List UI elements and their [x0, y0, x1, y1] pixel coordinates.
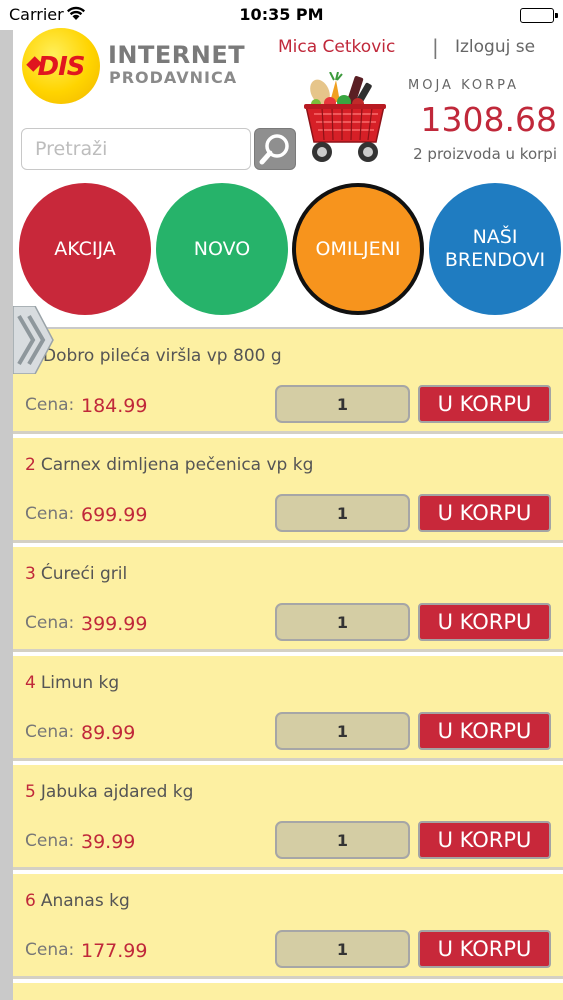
- price-label: Cena:: [25, 395, 75, 415]
- brand-title: INTERNET: [108, 41, 246, 69]
- logo-text: DIS: [37, 52, 86, 82]
- list-item: 5Jabuka ajdared kg Cena: 39.99 U KORPU: [13, 765, 563, 870]
- search-button[interactable]: [254, 128, 296, 170]
- quantity-input[interactable]: [275, 821, 410, 859]
- price-label: Cena:: [25, 940, 75, 960]
- category-akcija-button[interactable]: AKCIJA: [19, 183, 151, 315]
- product-list: Dobro pileća viršla vp 800 g Cena: 184.9…: [13, 327, 563, 1000]
- double-chevron-right-icon: [12, 305, 54, 375]
- quantity-input[interactable]: [275, 494, 410, 532]
- clock: 10:35 PM: [239, 5, 324, 24]
- quantity-input[interactable]: [275, 603, 410, 641]
- search-input[interactable]: [22, 129, 250, 169]
- product-name: 6 Ananas kg: [25, 891, 130, 911]
- add-to-cart-button[interactable]: U KORPU: [418, 930, 551, 968]
- drawer-handle[interactable]: [12, 305, 55, 375]
- add-to-cart-button[interactable]: U KORPU: [418, 494, 551, 532]
- cart-item-count: 2 proizvoda u korpi: [413, 145, 557, 163]
- category-brendovi-button[interactable]: NAŠI BRENDOVI: [429, 183, 561, 315]
- list-item: 4Limun kg Cena: 89.99 U KORPU: [13, 656, 563, 761]
- product-name: 3 Ćureći gril: [25, 564, 128, 584]
- side-strip: [0, 0, 13, 1000]
- brand-subtitle: PRODAVNICA: [109, 68, 238, 87]
- list-item: Dobro pileća viršla vp 800 g Cena: 184.9…: [13, 329, 563, 434]
- category-label: AKCIJA: [54, 237, 116, 260]
- quantity-input[interactable]: [275, 930, 410, 968]
- search-field[interactable]: [21, 128, 251, 170]
- list-item: 3Ćureći gril Cena: 399.99 U KORPU: [13, 547, 563, 652]
- list-item: 2 Carnex dimljena pečenica vp kg Cena: 69…: [13, 438, 563, 543]
- logout-link[interactable]: Izloguj se: [455, 37, 535, 57]
- add-to-cart-button[interactable]: U KORPU: [418, 385, 551, 423]
- product-price: 39.99: [81, 831, 136, 853]
- product-price: 699.99: [81, 504, 148, 526]
- category-label: NAŠI: [472, 226, 518, 248]
- quantity-input[interactable]: [275, 712, 410, 750]
- product-price: 177.99: [81, 940, 148, 962]
- search-icon: [259, 134, 289, 165]
- app-screen: Carrier 10:35 PM DIS INTERNET PRODAVNICA…: [0, 0, 563, 1000]
- product-price: 399.99: [81, 613, 148, 635]
- list-item: [13, 983, 563, 1000]
- product-price: 89.99: [81, 722, 136, 744]
- battery-icon: [520, 8, 558, 23]
- add-to-cart-button[interactable]: U KORPU: [418, 603, 551, 641]
- product-name: 4 Limun kg: [25, 673, 120, 693]
- price-label: Cena:: [25, 504, 75, 524]
- price-label: Cena:: [25, 613, 75, 633]
- status-bar: Carrier 10:35 PM: [0, 0, 563, 30]
- shopping-basket-icon[interactable]: [300, 71, 390, 164]
- header-divider: |: [432, 35, 439, 59]
- quantity-input[interactable]: [275, 385, 410, 423]
- product-name: 2 Carnex dimljena pečenica vp kg: [25, 455, 314, 475]
- category-label: NOVO: [193, 237, 251, 260]
- cart-title: MOJA KORPA: [408, 78, 520, 93]
- user-name-link[interactable]: Mica Cetkovic: [278, 37, 395, 57]
- list-item: 6Ananas kg Cena: 177.99 U KORPU: [13, 874, 563, 979]
- category-novo-button[interactable]: NOVO: [156, 183, 288, 315]
- add-to-cart-button[interactable]: U KORPU: [418, 821, 551, 859]
- category-label: OMILJENI: [315, 237, 401, 260]
- product-name: Dobro pileća viršla vp 800 g: [43, 346, 282, 366]
- product-price: 184.99: [81, 395, 148, 417]
- cart-total[interactable]: 1308.68: [421, 100, 557, 139]
- product-name: 5 Jabuka ajdared kg: [25, 782, 194, 802]
- price-label: Cena:: [25, 831, 75, 851]
- price-label: Cena:: [25, 722, 75, 742]
- add-to-cart-button[interactable]: U KORPU: [418, 712, 551, 750]
- category-omiljeni-button[interactable]: OMILJENI: [292, 183, 424, 315]
- category-label: BRENDOVI: [444, 249, 546, 271]
